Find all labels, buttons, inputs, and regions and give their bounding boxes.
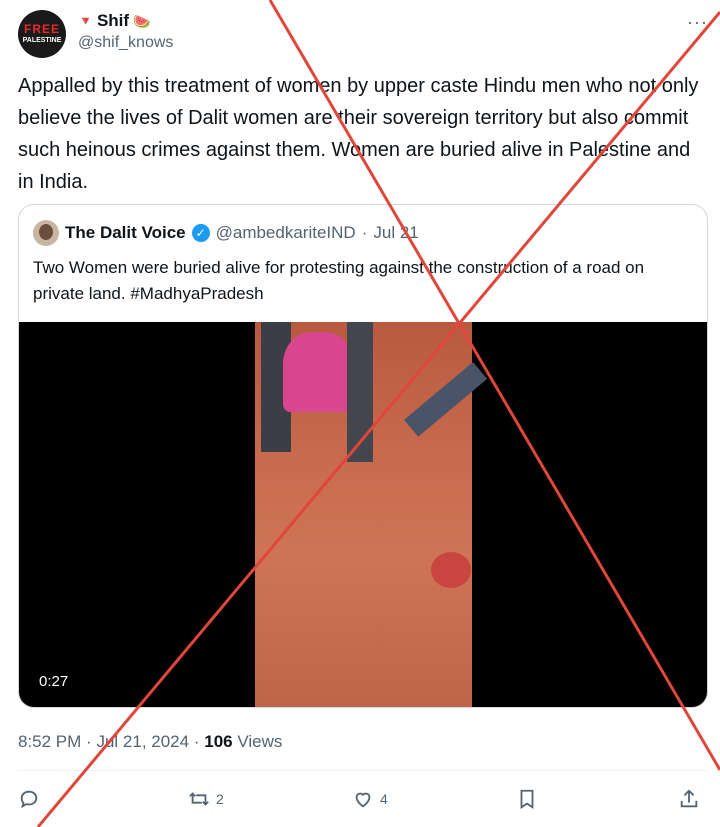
quoted-tweet-header: The Dalit Voice ✓ @ambedkariteIND · Jul … [33, 220, 419, 246]
author-handle[interactable]: @shif_knows [78, 34, 173, 52]
avatar-text-palestine: PALESTINE [22, 37, 62, 44]
views-count[interactable]: 106 [204, 732, 232, 751]
retweet-icon [189, 792, 209, 806]
tweet-actions: 2 4 [18, 788, 708, 818]
author-name-row[interactable]: 🔻 Shif 🍉 [78, 10, 151, 32]
quoted-author-handle[interactable]: @ambedkariteIND [216, 223, 356, 243]
quoted-tweet-date[interactable]: Jul 21 [373, 223, 418, 243]
views-label: Views [237, 732, 283, 751]
red-triangle-icon: 🔻 [78, 14, 93, 28]
like-button[interactable]: 4 [352, 788, 388, 810]
video-duration: 0:27 [39, 673, 69, 690]
video-figure-person [283, 332, 353, 412]
bookmark-button[interactable] [516, 788, 538, 810]
quoted-author-avatar[interactable] [33, 220, 59, 246]
video-figure-leg [404, 362, 488, 437]
like-count: 4 [380, 791, 388, 807]
separator-dot: · [86, 732, 92, 751]
video-player[interactable]: 0:27 [19, 322, 707, 707]
tweet-text: Appalled by this treatment of women by u… [18, 75, 699, 193]
watermelon-icon: 🍉 [133, 12, 151, 29]
tweet-time[interactable]: 8:52 PM [18, 732, 81, 751]
retweet-button[interactable]: 2 [188, 788, 224, 810]
share-icon [680, 789, 698, 808]
video-figure-hand [431, 552, 471, 588]
tweet-header: FREE PALESTINE 🔻 Shif 🍉 @shif_knows ··· [18, 4, 708, 60]
quoted-author-name[interactable]: The Dalit Voice [65, 223, 186, 243]
video-figure-leg [347, 322, 373, 462]
tweet-timestamp-row: 8:52 PM · Jul 21, 2024 · 106 Views [18, 732, 282, 752]
tweet-date[interactable]: Jul 21, 2024 [96, 732, 189, 751]
avatar-text-free: FREE [23, 22, 60, 36]
separator-dot: · [193, 732, 200, 751]
divider [18, 770, 708, 771]
author-name[interactable]: Shif [97, 11, 129, 31]
share-button[interactable] [678, 788, 700, 810]
reply-button[interactable] [18, 788, 40, 810]
heart-icon [355, 792, 371, 808]
bookmark-icon [520, 789, 534, 809]
more-options-icon[interactable]: ··· [687, 12, 708, 33]
retweet-count: 2 [216, 791, 224, 807]
quoted-tweet[interactable]: The Dalit Voice ✓ @ambedkariteIND · Jul … [18, 204, 708, 708]
separator-dot: · [361, 223, 368, 242]
reply-icon [20, 790, 38, 809]
verified-badge-icon: ✓ [191, 224, 210, 242]
quoted-tweet-text: Two Women were buried alive for protesti… [33, 258, 645, 303]
author-avatar[interactable]: FREE PALESTINE [18, 10, 66, 58]
video-frame [255, 322, 488, 707]
